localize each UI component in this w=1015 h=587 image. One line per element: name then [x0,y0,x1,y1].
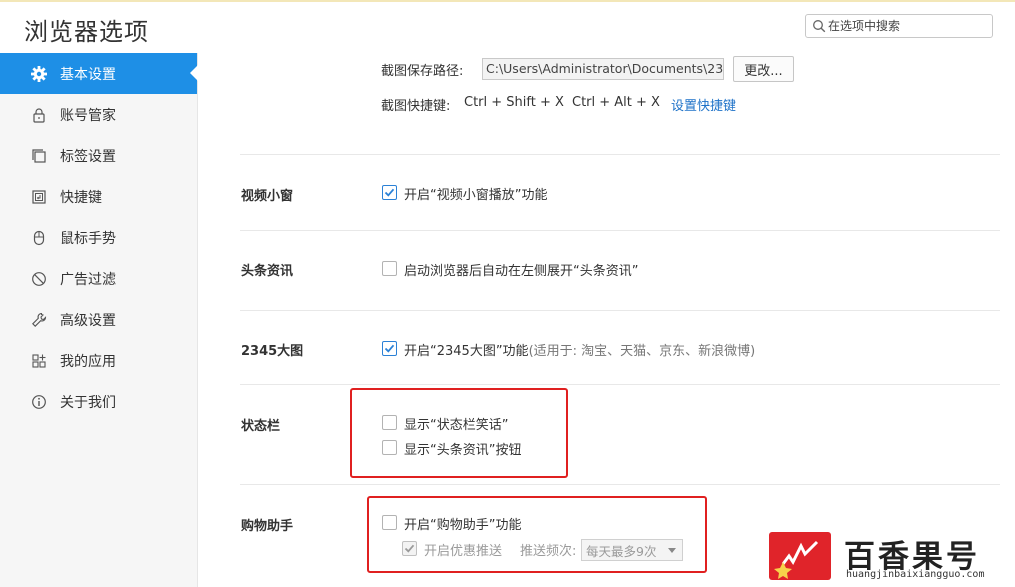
sidebar-item-label: 快捷键 [60,189,102,206]
screenshot-path-label: 截图保存路径: [381,64,464,79]
screenshot-hotkey-label: 截图快捷键: [381,99,451,114]
bigpic-checkbox[interactable] [382,341,397,356]
sidebar: 基本设置 账号管家 标签设置 快捷键 鼠标手势 广告过滤 高级设置 我的应用 关… [0,53,198,587]
section-title-statusbar: 状态栏 [241,419,281,434]
news-auto-expand-option-label: 启动浏览器后自动在左侧展开“头条资讯” [404,264,639,279]
apps-icon [30,352,48,370]
divider [240,230,1000,231]
checkmark-icon [384,188,395,197]
search-box[interactable] [805,14,993,38]
wrench-icon [30,311,48,329]
gear-icon [30,65,48,83]
screenshot-path-field[interactable]: C:\Users\Administrator\Documents\234 [482,58,724,80]
screenshot-hotkey-secondary: Ctrl + Alt + X [572,95,660,110]
lock-icon [30,106,48,124]
bigpic-option-note: (适用于: 淘宝、天猫、京东、新浪微博) [528,344,756,359]
keyboard-icon [30,188,48,206]
video-window-option-label: 开启“视频小窗播放”功能 [404,188,548,203]
mouse-icon [30,229,48,247]
sidebar-item-shortcuts[interactable]: 快捷键 [0,176,197,217]
section-title-bigpic: 2345大图 [241,344,304,359]
search-icon [813,20,826,33]
info-icon [30,393,48,411]
video-window-checkbox[interactable] [382,185,397,200]
sidebar-item-mouse-gestures[interactable]: 鼠标手势 [0,217,197,258]
watermark-url: huangjinbaixiangguo.com [846,569,985,580]
sidebar-item-label: 高级设置 [60,312,116,329]
section-title-shopping: 购物助手 [241,519,294,534]
sidebar-item-label: 账号管家 [60,107,116,124]
sidebar-item-label: 鼠标手势 [60,230,116,247]
set-hotkey-link[interactable]: 设置快捷键 [671,95,736,114]
watermark: 百香果号 huangjinbaixiangguo.com [766,529,1011,584]
sidebar-item-my-apps[interactable]: 我的应用 [0,340,197,381]
section-title-news: 头条资讯 [241,264,294,279]
divider [240,310,1000,311]
search-input[interactable] [828,17,988,35]
highlight-box-statusbar [350,388,568,478]
highlight-box-shopping [367,496,707,573]
sidebar-item-basic-settings[interactable]: 基本设置 [0,53,198,94]
sidebar-item-ad-filter[interactable]: 广告过滤 [0,258,197,299]
sidebar-item-label: 我的应用 [60,353,116,370]
divider [240,154,1000,155]
section-title-video: 视频小窗 [241,189,294,204]
sidebar-item-label: 基本设置 [60,66,116,83]
bigpic-option-label: 开启“2345大图”功能 [404,344,529,359]
watermark-logo-icon [769,532,831,580]
sidebar-item-tab-settings[interactable]: 标签设置 [0,135,197,176]
sidebar-item-advanced-settings[interactable]: 高级设置 [0,299,197,340]
block-icon [30,270,48,288]
sidebar-item-label: 关于我们 [60,394,116,411]
window-top-border [0,0,1015,2]
window-title: 浏览器选项 [24,18,149,46]
change-path-button[interactable]: 更改... [733,56,794,82]
divider [240,484,1000,485]
sidebar-item-label: 广告过滤 [60,271,116,288]
bigpic-option: 开启“2345大图”功能(适用于: 淘宝、天猫、京东、新浪微博) [404,340,755,359]
screenshot-hotkey-primary: Ctrl + Shift + X [464,95,564,110]
tabs-icon [30,147,48,165]
sidebar-item-account-manager[interactable]: 账号管家 [0,94,197,135]
sidebar-item-about-us[interactable]: 关于我们 [0,381,197,422]
news-auto-expand-checkbox[interactable] [382,261,397,276]
divider [240,384,1000,385]
sidebar-item-label: 标签设置 [60,148,116,165]
checkmark-icon [384,344,395,353]
